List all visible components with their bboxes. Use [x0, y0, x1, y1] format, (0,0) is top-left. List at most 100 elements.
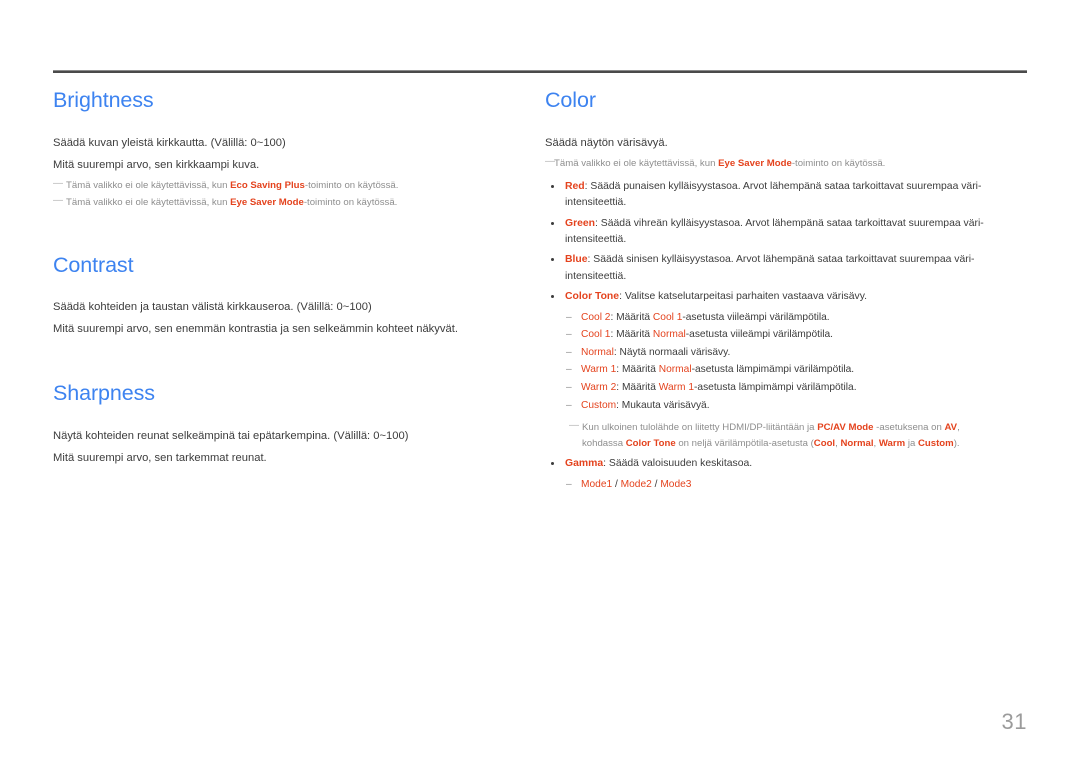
list-item-warm-1: – Warm 1: Määritä Normal-asetusta lämpimä…	[565, 361, 1000, 379]
value-mid-custom: : Mukauta värisävyä.	[616, 399, 710, 411]
color-description: Säädä näytön värisävyä.	[545, 136, 668, 149]
bullet-dot-icon	[551, 221, 554, 225]
list-item-gamma-modes: – Mode1 / Mode2 / Mode3	[565, 476, 1000, 494]
value-ref-warm-1: Normal	[658, 364, 692, 376]
value-ref-warm-2: Warm 1	[658, 381, 695, 393]
contrast-description-line-1: Säädä kohteiden ja taustan välistä kirkk…	[53, 301, 372, 314]
manual-page: Brightness Säädä kuvan yleistä kirkkautt…	[0, 0, 1080, 763]
sub-dash-icon: –	[566, 364, 572, 376]
section-sharpness: Sharpness Näytä kohteiden reunat selkeäm…	[53, 381, 508, 468]
brightness-note-1: — Tämä valikko ei ole käytettävissä, kun …	[53, 178, 508, 194]
note-text-prefix: Tämä valikko ei ole käytettävissä, kun	[554, 157, 719, 169]
list-item-color-tone: Color Tone: Valitse katselutarpeitasi pa…	[545, 289, 1000, 451]
section-brightness: Brightness Säädä kuvan yleistä kirkkautt…	[53, 88, 508, 211]
list-item-normal: – Normal: Näytä normaali värisävy.	[565, 344, 1000, 362]
option-text-color-tone: : Valitse katselutarpeitasi parhaiten va…	[619, 291, 868, 303]
option-term-color-tone: Color Tone	[565, 291, 620, 303]
contrast-description-line-2: Mitä suurempi arvo, sen enemmän kontrast…	[53, 323, 458, 336]
right-column: Color Säädä näytön värisävyä. — Tämä vali…	[545, 88, 1000, 493]
page-title-sharpness: Sharpness	[53, 381, 155, 406]
value-term-cool-1: Cool 1	[581, 329, 611, 341]
bullet-dot-icon	[551, 295, 554, 299]
list-item-gamma: Gamma: Säädä valoisuuden keskitasoa. – Mo…	[545, 456, 1000, 493]
sub-dash-icon: –	[566, 311, 572, 323]
value-term-custom: Custom	[581, 399, 617, 411]
color-tone-av-note: — Kun ulkoinen tulolähde on liitetty HDMI…	[565, 420, 1000, 451]
av-note-accent-pc-av-mode: PC/AV Mode	[817, 422, 874, 434]
av-note-part-5: ).	[953, 437, 960, 449]
note-dash-icon: —	[545, 155, 556, 167]
list-item-warm-2: – Warm 2: Määritä Warm 1-asetusta lämpimä…	[565, 379, 1000, 397]
note-text-prefix: Tämä valikko ei ole käytettävissä, kun	[66, 196, 231, 208]
color-options-list: Red: Säädä punaisen kylläisyystasoa. Arv…	[545, 179, 1000, 493]
av-note-sep-3: ja	[905, 437, 918, 449]
value-mid-warm-1: : Määritä	[616, 364, 659, 376]
note-dash-icon: —	[53, 194, 64, 206]
av-note-accent-normal: Normal	[840, 437, 874, 449]
value-tail-warm-2: -asetusta lämpimämpi värilämpötila.	[694, 381, 857, 393]
value-ref-cool-1: Normal	[652, 329, 686, 341]
page-number: 31	[1001, 709, 1027, 734]
note-accent-eye-saver-mode: Eye Saver Mode	[718, 157, 792, 169]
option-term-green: Green	[565, 217, 596, 229]
value-mid-cool-2: : Määritä	[610, 311, 653, 323]
av-note-part-1: Kun ulkoinen tulolähde on liitetty HDMI/…	[582, 422, 818, 434]
value-term-warm-2: Warm 2	[581, 381, 617, 393]
color-tone-values-list: – Cool 2: Määritä Cool 1-asetusta viileäm…	[565, 309, 1000, 415]
page-title-brightness: Brightness	[53, 88, 154, 112]
av-note-accent-color-tone: Color Tone	[625, 437, 676, 449]
value-term-mode1: Mode1	[581, 478, 613, 490]
value-term-warm-1: Warm 1	[581, 364, 617, 376]
note-text-suffix: -toiminto on käytössä.	[303, 196, 398, 208]
brightness-description-line-1: Säädä kuvan yleistä kirkkautta. (Välillä…	[53, 136, 286, 149]
value-term-cool-2: Cool 2	[581, 311, 611, 323]
option-text-green: : Säädä vihreän kylläisyystasoa. Arvot l…	[565, 217, 984, 245]
av-note-accent-av: AV	[944, 422, 958, 434]
option-term-red: Red	[565, 180, 585, 192]
note-accent-eco-saving-plus: Eco Saving Plus	[230, 179, 305, 191]
option-text-blue: : Säädä sinisen kylläisyystasoa. Arvot l…	[565, 254, 975, 282]
value-mid-warm-2: : Määritä	[616, 381, 659, 393]
option-text-gamma: : Säädä valoisuuden keskitasoa.	[603, 458, 753, 470]
brightness-note-2: — Tämä valikko ei ole käytettävissä, kun …	[53, 195, 508, 211]
list-item-green: Green: Säädä vihreän kylläisyystasoa. Ar…	[545, 216, 1000, 249]
value-tail-warm-1: -asetusta lämpimämpi värilämpötila.	[691, 364, 855, 376]
sub-dash-icon: –	[566, 346, 572, 358]
bullet-dot-icon	[551, 184, 554, 188]
value-term-mode3: Mode3	[660, 478, 692, 490]
option-term-gamma: Gamma	[565, 458, 604, 470]
brightness-description-line-2: Mitä suurempi arvo, sen kirkkaampi kuva.	[53, 158, 260, 171]
sub-dash-icon: –	[566, 478, 572, 490]
sub-dash-icon: –	[566, 381, 572, 393]
value-ref-cool-2: Cool 1	[652, 311, 683, 323]
value-tail-cool-1: -asetusta viileämpi värilämpötila.	[685, 329, 833, 341]
list-item-custom: – Custom: Mukauta värisävyä.	[565, 397, 1000, 415]
value-term-normal: Normal	[581, 346, 614, 358]
left-column: Brightness Säädä kuvan yleistä kirkkautt…	[53, 88, 508, 471]
bullet-dot-icon	[551, 462, 554, 466]
list-item-red: Red: Säädä punaisen kylläisyystasoa. Arv…	[545, 179, 1000, 212]
note-text-prefix: Tämä valikko ei ole käytettävissä, kun	[66, 179, 231, 191]
list-item-blue: Blue: Säädä sinisen kylläisyystasoa. Arv…	[545, 252, 1000, 285]
header-divider	[53, 70, 1027, 73]
sharpness-description-line-2: Mitä suurempi arvo, sen tarkemmat reunat…	[53, 452, 267, 465]
page-title-contrast: Contrast	[53, 252, 134, 277]
av-note-part-2: -asetuksena on	[873, 422, 945, 434]
av-note-accent-custom: Custom	[917, 437, 954, 449]
sub-dash-icon: –	[566, 399, 572, 411]
value-tail-cool-2: -asetusta viileämpi värilämpötila.	[682, 311, 830, 323]
gamma-modes-list: – Mode1 / Mode2 / Mode3	[565, 476, 1000, 494]
note-accent-eye-saver-mode: Eye Saver Mode	[230, 196, 304, 208]
av-note-accent-warm: Warm	[878, 437, 906, 449]
list-item-cool-2: – Cool 2: Määritä Cool 1-asetusta viileäm…	[565, 309, 1000, 327]
list-item-cool-1: – Cool 1: Määritä Normal-asetusta viileäm…	[565, 326, 1000, 344]
note-text-suffix: -toiminto on käytössä.	[791, 157, 886, 169]
av-note-accent-cool: Cool	[813, 437, 836, 449]
section-contrast: Contrast Säädä kohteiden ja taustan väli…	[53, 253, 508, 340]
bullet-dot-icon	[551, 258, 554, 262]
av-note-part-4: on neljä värilämpötila-asetusta (	[675, 437, 814, 449]
value-mid-normal: : Näytä normaali värisävy.	[613, 346, 731, 358]
gamma-sep-1: /	[612, 478, 621, 490]
option-term-blue: Blue	[565, 254, 588, 266]
sharpness-description-line-1: Näytä kohteiden reunat selkeämpinä tai e…	[53, 430, 409, 443]
